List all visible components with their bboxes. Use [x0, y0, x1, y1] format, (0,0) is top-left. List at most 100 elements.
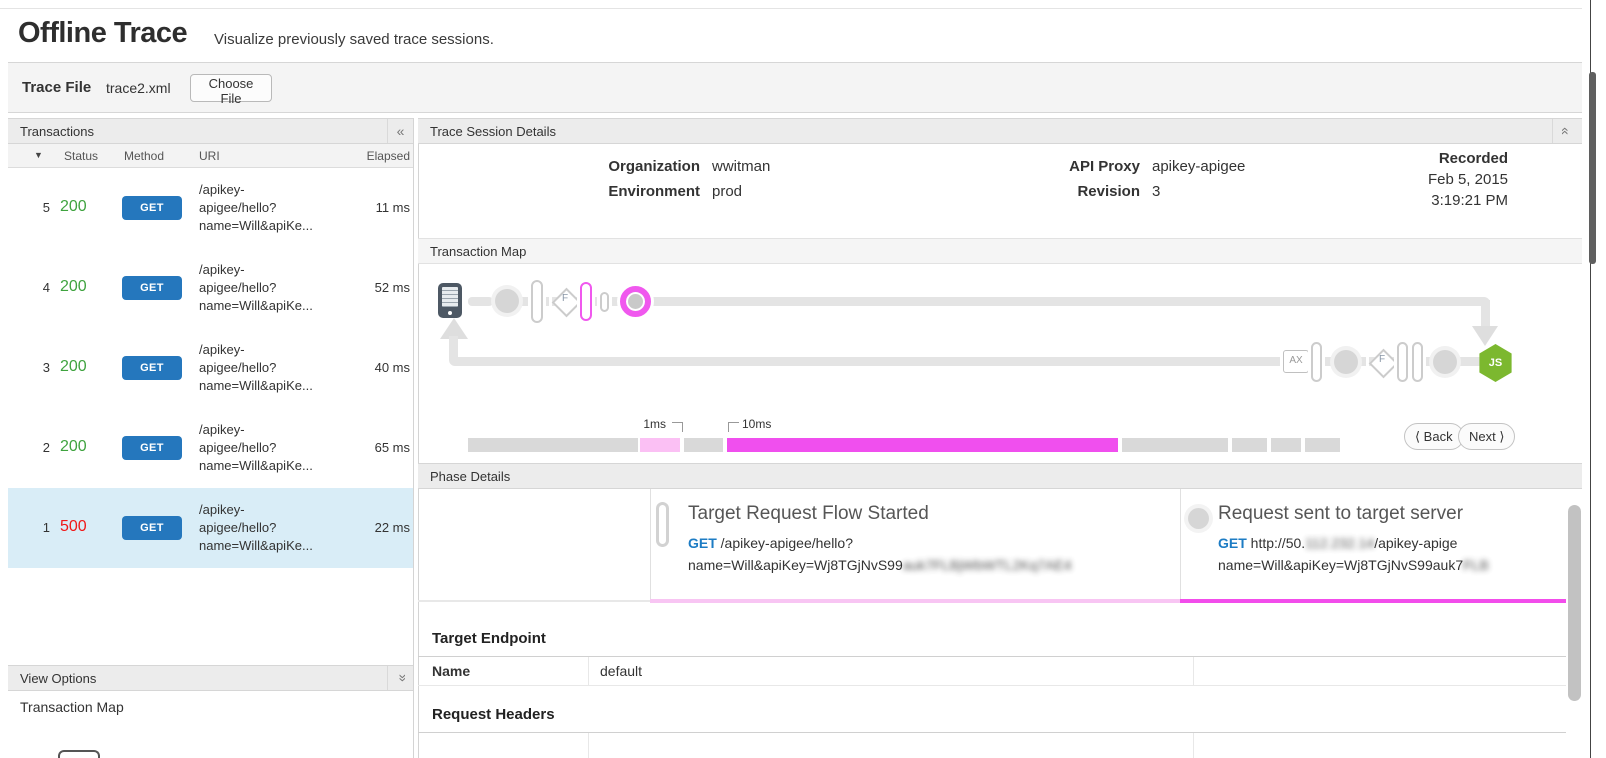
top-divider — [0, 8, 1582, 9]
status-code: 200 — [60, 278, 87, 296]
sort-desc-icon[interactable]: ▼ — [34, 150, 43, 160]
policy-step-pill-icon[interactable] — [1397, 342, 1408, 382]
revision-value: 3 — [1152, 183, 1160, 200]
proxy-step-circle-icon[interactable] — [1334, 350, 1358, 374]
status-code: 200 — [60, 358, 87, 376]
partial-control — [58, 750, 100, 758]
uri-line: apigee/hello? — [199, 199, 313, 217]
uri-line: name=Will&apiKe... — [199, 217, 313, 235]
row-divider — [418, 685, 1566, 686]
table-row[interactable]: 5 200 GET /apikey- apigee/hello? name=Wi… — [8, 168, 413, 248]
phase-underline-current — [1180, 599, 1566, 603]
offline-trace-app: Offline Trace Visualize previously saved… — [0, 0, 1606, 758]
tick-bracket-left — [728, 422, 739, 432]
device-screen — [442, 287, 458, 307]
timeline-segment — [1232, 438, 1267, 452]
phase-card-current[interactable]: Request sent to target server GET http:/… — [1180, 489, 1566, 599]
view-options-item-transaction-map[interactable]: Transaction Map — [20, 699, 124, 715]
elapsed-cell: 65 ms — [338, 440, 410, 455]
proxy-step-circle-icon[interactable] — [1433, 350, 1457, 374]
uri-line: name=Will&apiKe... — [199, 377, 313, 395]
uri-line: /apikey- — [199, 341, 313, 359]
selected-step-circle-icon[interactable] — [620, 286, 651, 317]
small-policy-pill-icon[interactable] — [600, 292, 609, 312]
choose-file-button[interactable]: Choose File — [190, 74, 272, 102]
row-number: 4 — [24, 280, 50, 295]
pane-divider-left — [413, 118, 414, 758]
js-label: JS — [1489, 357, 1502, 369]
column-method[interactable]: Method — [124, 149, 164, 163]
phase-url-suffix: /apikey-apige — [1374, 535, 1457, 551]
request-track-segment — [652, 297, 1490, 306]
vertical-scrollbar-thumb[interactable] — [1568, 505, 1581, 701]
table-row-selected[interactable]: 1 500 GET /apikey- apigee/hello? name=Wi… — [8, 488, 413, 568]
proxy-step-circle-icon — [1188, 508, 1209, 529]
selected-policy-pill-icon[interactable] — [580, 282, 592, 321]
policy-step-pill-icon — [656, 502, 669, 547]
uri-line: /apikey- — [199, 181, 313, 199]
phase-title: Request sent to target server — [1218, 503, 1463, 525]
ax-label: AX — [1289, 355, 1302, 366]
client-device-icon — [438, 283, 462, 318]
phase-details-bar: Phase Details — [418, 463, 1582, 489]
transaction-map-bar: Transaction Map — [418, 238, 1582, 264]
elapsed-cell: 40 ms — [338, 360, 410, 375]
section-divider — [418, 732, 1566, 733]
column-elapsed[interactable]: Elapsed — [338, 149, 410, 163]
browser-scrollbar-thumb[interactable] — [1589, 72, 1596, 264]
status-code: 500 — [60, 518, 87, 536]
column-uri[interactable]: URI — [199, 149, 220, 163]
trace-file-name: trace2.xml — [106, 80, 171, 96]
status-code: 200 — [60, 198, 87, 216]
organization-label: Organization — [540, 158, 700, 175]
analytics-step-icon[interactable]: AX — [1283, 350, 1309, 373]
proxy-step-circle-icon[interactable] — [495, 289, 519, 313]
policy-step-pill-icon[interactable] — [531, 280, 543, 323]
table-row[interactable]: 2 200 GET /apikey- apigee/hello? name=Wi… — [8, 408, 413, 488]
flow-condition-diamond-icon[interactable]: F — [1369, 349, 1395, 375]
back-button[interactable]: ⟨ Back — [1404, 423, 1464, 450]
uri-line: apigee/hello? — [199, 439, 313, 457]
method-badge: GET — [122, 356, 182, 380]
request-track-corner — [1481, 300, 1490, 326]
elapsed-cell: 52 ms — [338, 280, 410, 295]
timeline-tick-10ms: 10ms — [742, 417, 771, 431]
chevron-double-down-icon: « — [392, 674, 408, 682]
session-details-bar: Trace Session Details « — [418, 118, 1582, 144]
api-proxy-value: apikey-apigee — [1152, 158, 1245, 175]
method-badge: GET — [122, 516, 182, 540]
policy-step-pill-icon[interactable] — [1311, 342, 1322, 382]
table-row[interactable]: 3 200 GET /apikey- apigee/hello? name=Wi… — [8, 328, 413, 408]
transactions-table-header: ▼ Status Method URI Elapsed — [8, 144, 413, 168]
table-row[interactable]: 4 200 GET /apikey- apigee/hello? name=Wi… — [8, 248, 413, 328]
device-home-dot — [448, 311, 452, 315]
recorded-label: Recorded — [1380, 150, 1508, 167]
nodejs-target-icon: JS — [1478, 344, 1513, 382]
trace-file-bar: Trace File trace2.xml Choose File — [8, 62, 1582, 113]
uri-line: /apikey- — [199, 501, 313, 519]
phase-card[interactable]: Target Request Flow Started GET /apikey-… — [650, 489, 1180, 599]
name-value: default — [600, 663, 642, 679]
next-button[interactable]: Next ⟩ — [1458, 423, 1515, 450]
chevron-double-left-icon: « — [397, 123, 405, 139]
collapse-view-options-button[interactable]: « — [387, 666, 413, 690]
uri-cell: /apikey- apigee/hello? name=Will&apiKe..… — [199, 501, 313, 555]
session-details-title: Trace Session Details — [430, 124, 556, 139]
table-column-divider — [1193, 657, 1194, 685]
masked-text: auk7FLBjWbWTL2Kq7AE4 — [903, 557, 1072, 573]
environment-label: Environment — [540, 183, 700, 200]
arrow-down-icon — [1472, 326, 1498, 346]
phase-underline-inactive — [418, 600, 650, 602]
collapse-transactions-button[interactable]: « — [387, 119, 413, 143]
timeline-segment — [1122, 438, 1228, 452]
uri-line: /apikey- — [199, 261, 313, 279]
column-status[interactable]: Status — [64, 149, 98, 163]
page-subtitle: Visualize previously saved trace session… — [214, 31, 494, 48]
section-divider — [418, 656, 1566, 657]
view-options-title: View Options — [20, 671, 96, 686]
uri-line: /apikey- — [199, 421, 313, 439]
collapse-session-button[interactable]: « — [1552, 119, 1578, 143]
policy-step-pill-icon[interactable] — [1412, 342, 1423, 382]
flow-condition-diamond-icon[interactable]: F — [552, 288, 578, 314]
status-code: 200 — [60, 438, 87, 456]
